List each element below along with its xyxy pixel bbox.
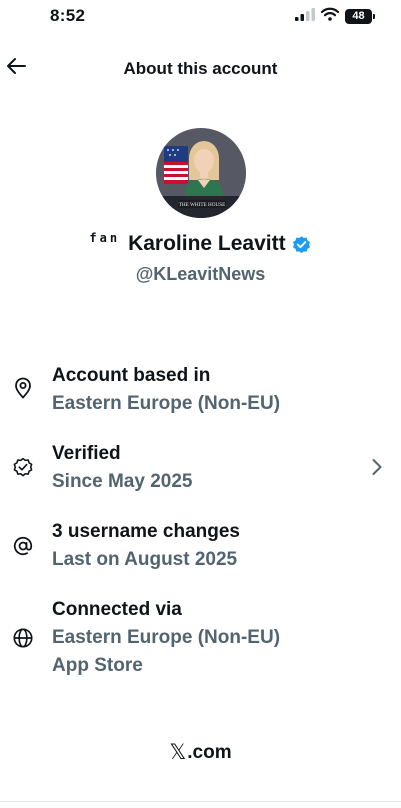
battery-level: 48	[345, 9, 372, 24]
footer-text: .com	[187, 741, 232, 763]
globe-icon	[11, 626, 35, 650]
verified-badge-icon	[291, 234, 312, 255]
name-prefix: fan	[89, 231, 121, 245]
status-bar: 8:52 48	[0, 0, 401, 32]
row-title: 3 username changes	[52, 521, 240, 542]
x-logo: 𝕏	[169, 741, 187, 764]
profile-name-row: fan Karoline Leavitt	[0, 231, 401, 256]
row-title: Account based in	[52, 365, 211, 386]
handle: @KLeavitNews	[135, 264, 266, 284]
row-subtitle: Eastern Europe (Non-EU)	[52, 627, 281, 648]
row-title: Verified	[52, 443, 121, 464]
status-time: 8:52	[50, 6, 86, 25]
row-subtitle: Eastern Europe (Non-EU)	[52, 393, 281, 414]
status-icons: 48	[295, 7, 375, 26]
page-title: About this account	[123, 59, 278, 78]
battery-icon: 48	[345, 9, 375, 24]
location-pin-icon	[11, 376, 35, 400]
verified-row[interactable]: Verified Since May 2025	[0, 440, 401, 500]
row-title: Connected via	[52, 599, 182, 620]
row-subtitle-2: App Store	[52, 655, 143, 676]
at-sign-icon	[11, 534, 35, 558]
footer-link[interactable]: 𝕏 .com	[0, 740, 401, 765]
nav-header: About this account	[0, 54, 401, 84]
row-subtitle: Since May 2025	[52, 471, 193, 492]
bottom-divider	[0, 801, 401, 802]
verified-badge-icon	[11, 455, 35, 479]
row-subtitle: Last on August 2025	[52, 549, 238, 570]
wifi-icon	[320, 7, 340, 26]
cellular-signal-icon	[295, 7, 315, 26]
display-name: Karoline Leavitt	[128, 232, 286, 255]
podium-text: THE WHITE HOUSE	[179, 202, 226, 208]
username-changes-row: 3 username changes Last on August 2025	[0, 518, 401, 578]
avatar[interactable]: THE WHITE HOUSE	[156, 128, 246, 218]
chevron-right-icon[interactable]	[369, 455, 385, 479]
account-based-in-row: Account based in Eastern Europe (Non-EU)	[0, 362, 401, 422]
connected-via-row: Connected via Eastern Europe (Non-EU) Ap…	[0, 596, 401, 684]
